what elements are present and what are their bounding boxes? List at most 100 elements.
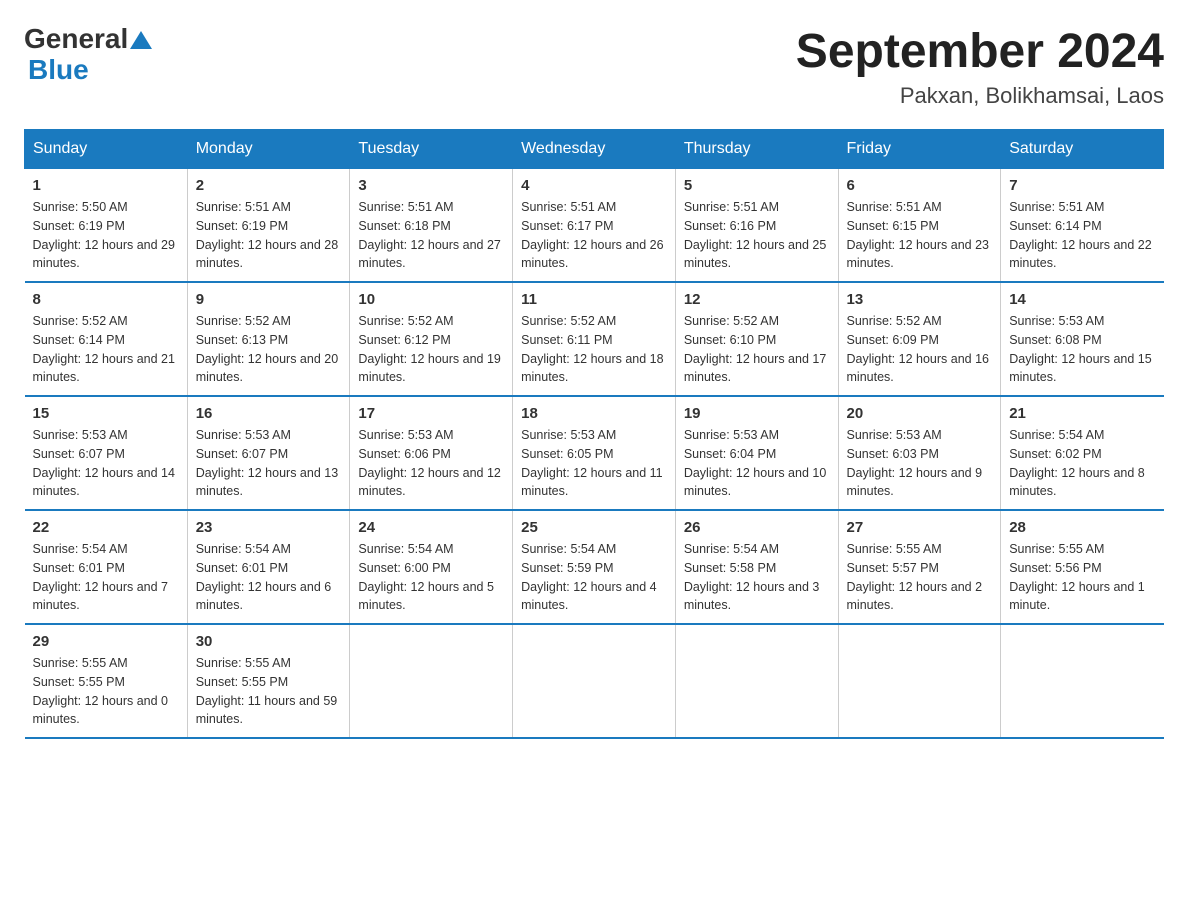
- calendar-cell: 7 Sunrise: 5:51 AMSunset: 6:14 PMDaylight…: [1001, 169, 1164, 283]
- calendar-cell: 28 Sunrise: 5:55 AMSunset: 5:56 PMDayligh…: [1001, 510, 1164, 624]
- calendar-title: September 2024: [796, 24, 1164, 79]
- column-header-thursday: Thursday: [675, 130, 838, 169]
- day-info: Sunrise: 5:50 AMSunset: 6:19 PMDaylight:…: [33, 198, 179, 273]
- calendar-cell: 15 Sunrise: 5:53 AMSunset: 6:07 PMDayligh…: [25, 396, 188, 510]
- day-number: 26: [684, 519, 830, 536]
- day-number: 17: [358, 405, 504, 422]
- logo: General Blue: [24, 24, 152, 86]
- day-number: 8: [33, 291, 179, 308]
- calendar-cell: 25 Sunrise: 5:54 AMSunset: 5:59 PMDayligh…: [513, 510, 676, 624]
- logo-text-general: General: [24, 24, 128, 55]
- calendar-cell: 19 Sunrise: 5:53 AMSunset: 6:04 PMDayligh…: [675, 396, 838, 510]
- calendar-cell: 4 Sunrise: 5:51 AMSunset: 6:17 PMDaylight…: [513, 169, 676, 283]
- day-info: Sunrise: 5:52 AMSunset: 6:10 PMDaylight:…: [684, 312, 830, 387]
- day-number: 12: [684, 291, 830, 308]
- calendar-cell: 26 Sunrise: 5:54 AMSunset: 5:58 PMDayligh…: [675, 510, 838, 624]
- day-info: Sunrise: 5:53 AMSunset: 6:07 PMDaylight:…: [196, 426, 342, 501]
- day-info: Sunrise: 5:51 AMSunset: 6:19 PMDaylight:…: [196, 198, 342, 273]
- day-number: 6: [847, 177, 993, 194]
- day-info: Sunrise: 5:55 AMSunset: 5:55 PMDaylight:…: [196, 654, 342, 729]
- day-info: Sunrise: 5:51 AMSunset: 6:16 PMDaylight:…: [684, 198, 830, 273]
- day-info: Sunrise: 5:54 AMSunset: 5:58 PMDaylight:…: [684, 540, 830, 615]
- day-number: 25: [521, 519, 667, 536]
- day-info: Sunrise: 5:53 AMSunset: 6:04 PMDaylight:…: [684, 426, 830, 501]
- day-number: 19: [684, 405, 830, 422]
- day-number: 22: [33, 519, 179, 536]
- calendar-cell: 16 Sunrise: 5:53 AMSunset: 6:07 PMDayligh…: [187, 396, 350, 510]
- column-header-tuesday: Tuesday: [350, 130, 513, 169]
- day-info: Sunrise: 5:53 AMSunset: 6:07 PMDaylight:…: [33, 426, 179, 501]
- day-number: 23: [196, 519, 342, 536]
- day-info: Sunrise: 5:51 AMSunset: 6:14 PMDaylight:…: [1009, 198, 1155, 273]
- calendar-cell: 14 Sunrise: 5:53 AMSunset: 6:08 PMDayligh…: [1001, 282, 1164, 396]
- calendar-week-row: 1 Sunrise: 5:50 AMSunset: 6:19 PMDaylight…: [25, 169, 1164, 283]
- day-info: Sunrise: 5:54 AMSunset: 6:01 PMDaylight:…: [196, 540, 342, 615]
- calendar-cell: 29Sunrise: 5:55 AMSunset: 5:55 PMDayligh…: [25, 624, 188, 738]
- calendar-cell: [675, 624, 838, 738]
- day-info: Sunrise: 5:54 AMSunset: 6:00 PMDaylight:…: [358, 540, 504, 615]
- day-info: Sunrise: 5:51 AMSunset: 6:17 PMDaylight:…: [521, 198, 667, 273]
- calendar-week-row: 8 Sunrise: 5:52 AMSunset: 6:14 PMDaylight…: [25, 282, 1164, 396]
- calendar-cell: 2Sunrise: 5:51 AMSunset: 6:19 PMDaylight…: [187, 169, 350, 283]
- calendar-cell: [513, 624, 676, 738]
- day-info: Sunrise: 5:52 AMSunset: 6:11 PMDaylight:…: [521, 312, 667, 387]
- day-info: Sunrise: 5:55 AMSunset: 5:56 PMDaylight:…: [1009, 540, 1155, 615]
- day-info: Sunrise: 5:53 AMSunset: 6:06 PMDaylight:…: [358, 426, 504, 501]
- day-number: 13: [847, 291, 993, 308]
- calendar-cell: 6 Sunrise: 5:51 AMSunset: 6:15 PMDaylight…: [838, 169, 1001, 283]
- day-info: Sunrise: 5:51 AMSunset: 6:15 PMDaylight:…: [847, 198, 993, 273]
- logo-triangle-icon: [130, 29, 152, 51]
- day-number: 18: [521, 405, 667, 422]
- calendar-cell: 10 Sunrise: 5:52 AMSunset: 6:12 PMDayligh…: [350, 282, 513, 396]
- calendar-cell: [350, 624, 513, 738]
- day-number: 20: [847, 405, 993, 422]
- calendar-cell: 21Sunrise: 5:54 AMSunset: 6:02 PMDayligh…: [1001, 396, 1164, 510]
- column-header-monday: Monday: [187, 130, 350, 169]
- calendar-cell: 5Sunrise: 5:51 AMSunset: 6:16 PMDaylight…: [675, 169, 838, 283]
- logo-text-blue: Blue: [28, 55, 152, 86]
- day-number: 15: [33, 405, 179, 422]
- day-info: Sunrise: 5:52 AMSunset: 6:12 PMDaylight:…: [358, 312, 504, 387]
- calendar-cell: [1001, 624, 1164, 738]
- calendar-table: SundayMondayTuesdayWednesdayThursdayFrid…: [24, 129, 1164, 739]
- calendar-cell: [838, 624, 1001, 738]
- day-info: Sunrise: 5:54 AMSunset: 6:02 PMDaylight:…: [1009, 426, 1155, 501]
- calendar-cell: 9Sunrise: 5:52 AMSunset: 6:13 PMDaylight…: [187, 282, 350, 396]
- day-number: 11: [521, 291, 667, 308]
- day-info: Sunrise: 5:54 AMSunset: 5:59 PMDaylight:…: [521, 540, 667, 615]
- calendar-cell: 24 Sunrise: 5:54 AMSunset: 6:00 PMDayligh…: [350, 510, 513, 624]
- column-header-saturday: Saturday: [1001, 130, 1164, 169]
- calendar-cell: 11 Sunrise: 5:52 AMSunset: 6:11 PMDayligh…: [513, 282, 676, 396]
- day-info: Sunrise: 5:53 AMSunset: 6:03 PMDaylight:…: [847, 426, 993, 501]
- calendar-subtitle: Pakxan, Bolikhamsai, Laos: [796, 83, 1164, 109]
- day-info: Sunrise: 5:52 AMSunset: 6:09 PMDaylight:…: [847, 312, 993, 387]
- calendar-cell: 13 Sunrise: 5:52 AMSunset: 6:09 PMDayligh…: [838, 282, 1001, 396]
- day-number: 3: [358, 177, 504, 194]
- day-info: Sunrise: 5:52 AMSunset: 6:14 PMDaylight:…: [33, 312, 179, 387]
- day-info: Sunrise: 5:55 AMSunset: 5:57 PMDaylight:…: [847, 540, 993, 615]
- day-number: 10: [358, 291, 504, 308]
- calendar-week-row: 15 Sunrise: 5:53 AMSunset: 6:07 PMDayligh…: [25, 396, 1164, 510]
- column-header-wednesday: Wednesday: [513, 130, 676, 169]
- day-info: Sunrise: 5:52 AMSunset: 6:13 PMDaylight:…: [196, 312, 342, 387]
- day-info: Sunrise: 5:51 AMSunset: 6:18 PMDaylight:…: [358, 198, 504, 273]
- day-number: 30: [196, 633, 342, 650]
- day-number: 1: [33, 177, 179, 194]
- calendar-cell: 12 Sunrise: 5:52 AMSunset: 6:10 PMDayligh…: [675, 282, 838, 396]
- day-number: 7: [1009, 177, 1155, 194]
- day-info: Sunrise: 5:53 AMSunset: 6:05 PMDaylight:…: [521, 426, 667, 501]
- day-info: Sunrise: 5:53 AMSunset: 6:08 PMDaylight:…: [1009, 312, 1155, 387]
- day-number: 24: [358, 519, 504, 536]
- column-header-sunday: Sunday: [25, 130, 188, 169]
- calendar-cell: 20 Sunrise: 5:53 AMSunset: 6:03 PMDayligh…: [838, 396, 1001, 510]
- calendar-week-row: 22 Sunrise: 5:54 AMSunset: 6:01 PMDayligh…: [25, 510, 1164, 624]
- calendar-cell: 22Sunrise: 5:54 AMSunset: 6:01 PMDayligh…: [25, 510, 188, 624]
- day-number: 4: [521, 177, 667, 194]
- day-number: 16: [196, 405, 342, 422]
- day-number: 28: [1009, 519, 1155, 536]
- calendar-cell: 3 Sunrise: 5:51 AMSunset: 6:18 PMDaylight…: [350, 169, 513, 283]
- day-number: 27: [847, 519, 993, 536]
- day-number: 14: [1009, 291, 1155, 308]
- day-number: 29: [33, 633, 179, 650]
- calendar-cell: 1 Sunrise: 5:50 AMSunset: 6:19 PMDaylight…: [25, 169, 188, 283]
